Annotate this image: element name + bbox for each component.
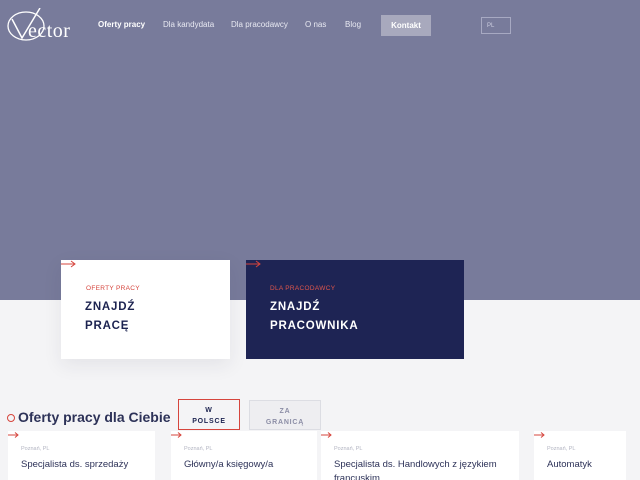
card-title: ZNAJDŹ PRACOWNIKA	[270, 298, 359, 336]
nav-item-job-offers[interactable]: Oferty pracy	[98, 20, 145, 29]
tab-label-line: W	[205, 407, 213, 414]
tab-label-line: POLSCE	[192, 418, 226, 425]
job-location: Poznań, PL	[21, 446, 50, 452]
job-card[interactable]: Poznań, PL Automatyk	[534, 431, 626, 480]
section-bullet-icon	[7, 414, 15, 422]
top-navigation: ector Oferty pracy Dla kandydata Dla pra…	[0, 0, 640, 52]
card-title: ZNAJDŹ PRACĘ	[85, 298, 135, 336]
section-title: Oferty pracy dla Ciebie	[18, 409, 171, 425]
card-label: OFERTY PRACY	[86, 285, 140, 292]
find-job-card[interactable]: OFERTY PRACY ZNAJDŹ PRACĘ	[61, 260, 230, 359]
card-title-line: PRACĘ	[85, 320, 130, 332]
arrow-right-icon	[61, 260, 76, 268]
job-location: Poznań, PL	[334, 446, 363, 452]
card-title-line: ZNAJDŹ	[85, 301, 136, 313]
nav-item-blog[interactable]: Blog	[345, 20, 361, 29]
tab-label-line: GRANICĄ	[265, 419, 305, 426]
job-card[interactable]: Poznań, PL Specjalista ds. Handlowych z …	[321, 431, 519, 480]
card-title-line: ZNAJDŹ	[270, 301, 321, 313]
arrow-right-icon	[321, 432, 332, 438]
nav-item-for-candidate[interactable]: Dla kandydata	[163, 20, 214, 29]
tab-in-poland[interactable]: W POLSCE	[178, 399, 240, 430]
find-employee-card[interactable]: DLA PRACODAWCY ZNAJDŹ PRACOWNIKA	[246, 260, 464, 359]
tab-abroad[interactable]: ZA GRANICĄ	[249, 400, 321, 430]
arrow-right-icon	[246, 260, 261, 268]
job-location: Poznań, PL	[547, 446, 576, 452]
card-title-line: PRACOWNIKA	[270, 320, 359, 332]
job-card[interactable]: Poznań, PL Główny/a księgowy/a	[171, 431, 317, 480]
job-title: Specjalista ds. Handlowych z językiem fr…	[334, 459, 497, 480]
arrow-right-icon	[534, 432, 545, 438]
arrow-right-icon	[171, 432, 182, 438]
nav-item-about[interactable]: O nas	[305, 20, 326, 29]
language-select[interactable]: PL	[481, 17, 511, 34]
job-card[interactable]: Poznań, PL Specjalista ds. sprzedaży	[8, 431, 155, 480]
tab-label-line: ZA	[279, 408, 291, 415]
job-location: Poznań, PL	[184, 446, 213, 452]
arrow-right-icon	[8, 432, 19, 438]
contact-button[interactable]: Kontakt	[381, 15, 431, 36]
job-title: Specjalista ds. sprzedaży	[21, 459, 129, 470]
card-label: DLA PRACODAWCY	[270, 285, 336, 292]
logo-text: ector	[28, 20, 71, 42]
job-title: Automatyk	[547, 459, 592, 470]
nav-item-for-employer[interactable]: Dla pracodawcy	[231, 20, 288, 29]
vector-logo[interactable]: ector	[6, 8, 86, 44]
